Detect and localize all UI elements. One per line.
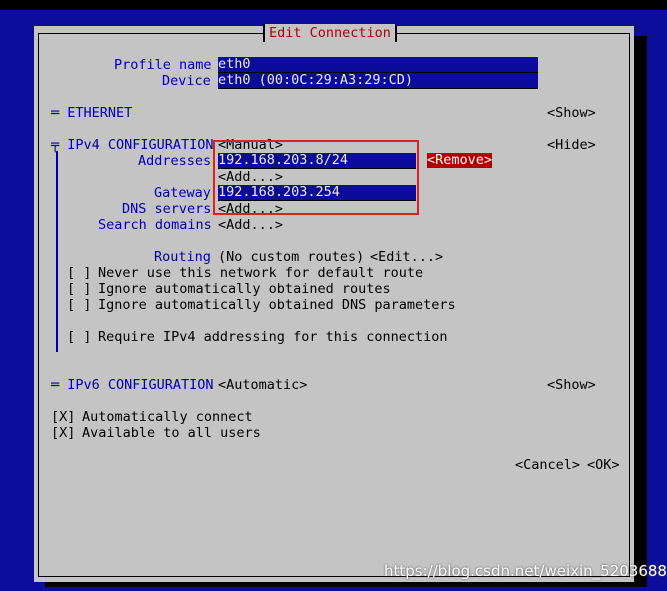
profile-name-input[interactable]: eth0 [218,57,538,73]
highlight-box [213,140,419,215]
dialog-title: Edit Connection [263,24,397,42]
ipv4-section-bracket [56,151,58,352]
cancel-button[interactable]: <Cancel> [515,457,580,473]
checkbox-ignore-routes-box[interactable]: [ ] [67,281,91,297]
checkbox-auto-connect-label: Automatically connect [82,409,253,425]
routing-edit-button[interactable]: <Edit...> [370,249,443,265]
profile-name-label: Profile name [114,57,212,73]
routing-value: (No custom routes) [218,249,365,265]
watermark: https://blog.csdn.net/weixin_52036880 [384,562,667,580]
ipv6-method-select[interactable]: <Automatic> [218,377,307,393]
ipv4-hide-button[interactable]: <Hide> [547,137,596,153]
ok-button[interactable]: <OK> [587,457,620,473]
remove-address-button[interactable]: <Remove> [427,153,493,168]
ipv6-show-button[interactable]: <Show> [547,377,596,393]
ipv6-section-header: ═ IPv6 CONFIGURATION [51,377,214,393]
ipv4-section-header: ╤ IPv4 CONFIGURATION [51,137,214,153]
device-input[interactable]: eth0 (00:0C:29:A3:29:CD) [218,73,538,89]
addresses-label: Addresses [138,153,212,169]
dns-servers-label: DNS servers [122,201,212,217]
checkbox-all-users-label: Available to all users [82,425,261,441]
add-search-domain-button[interactable]: <Add...> [218,217,283,233]
checkbox-ignore-routes-label: Ignore automatically obtained routes [98,281,391,297]
ethernet-show-button[interactable]: <Show> [547,105,596,121]
checkbox-auto-connect-box[interactable]: [X] [51,409,75,425]
device-label: Device [162,73,211,89]
checkbox-never-default-route-box[interactable]: [ ] [67,265,91,281]
checkbox-ignore-dns-label: Ignore automatically obtained DNS parame… [98,297,456,313]
gateway-label: Gateway [154,185,211,201]
checkbox-ignore-dns-box[interactable]: [ ] [67,297,91,313]
search-domains-label: Search domains [98,217,212,233]
checkbox-all-users-box[interactable]: [X] [51,425,75,441]
top-bar [0,0,667,10]
routing-label: Routing [154,249,211,265]
checkbox-require-ipv4-label: Require IPv4 addressing for this connect… [98,329,448,345]
checkbox-never-default-route-label: Never use this network for default route [98,265,424,281]
checkbox-require-ipv4-box[interactable]: [ ] [67,329,91,345]
ethernet-section-header: ═ ETHERNET [51,105,133,121]
